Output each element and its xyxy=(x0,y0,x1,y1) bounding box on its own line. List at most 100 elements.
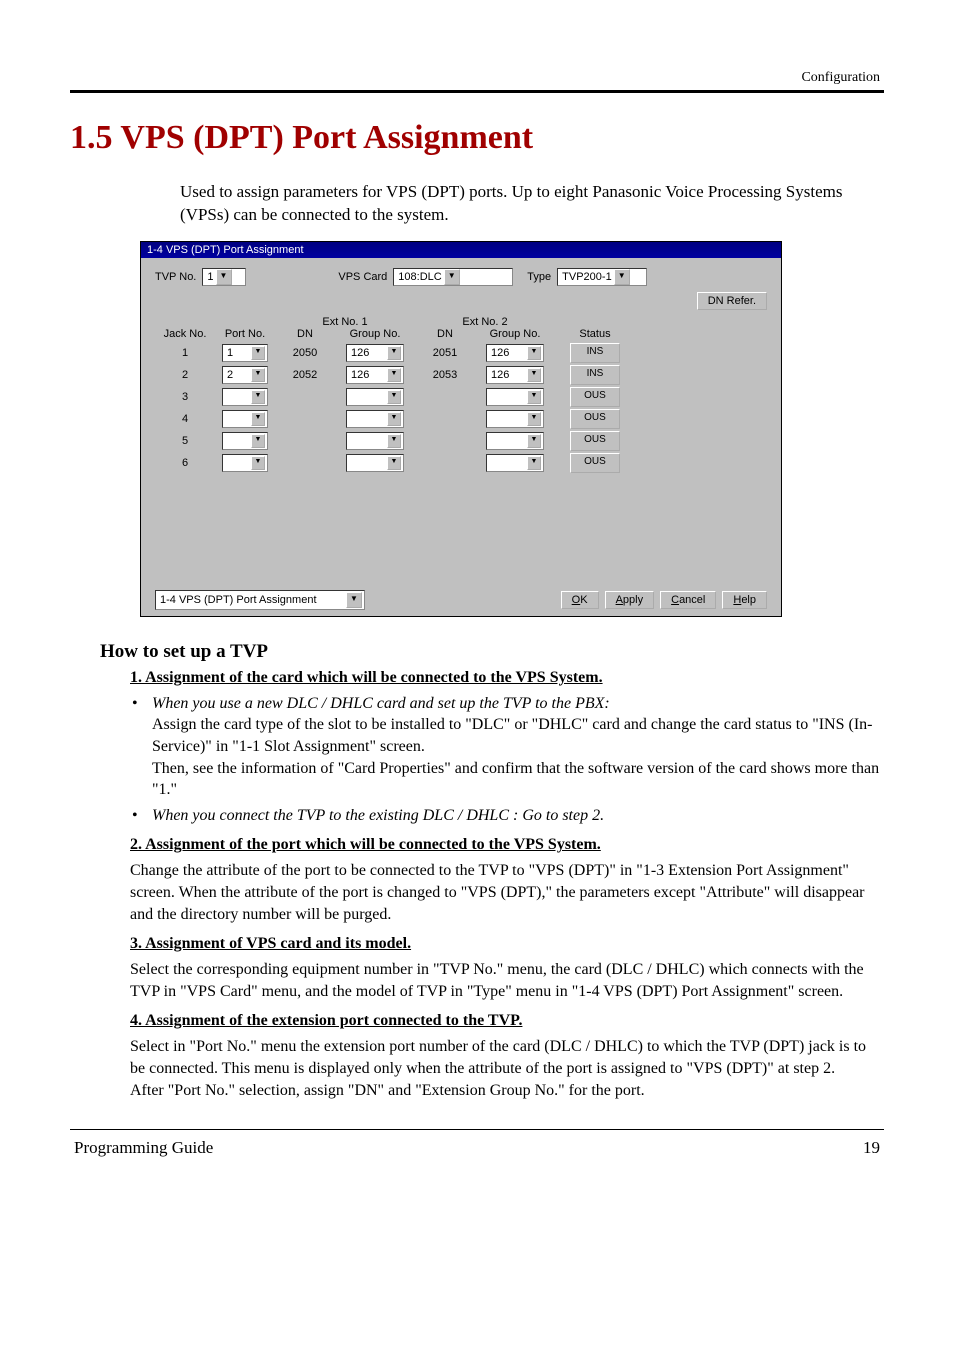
chevron-down-icon: ▼ xyxy=(251,368,265,382)
screen-selector-value: 1-4 VPS (DPT) Port Assignment xyxy=(160,594,317,606)
dn1-value: 2052 xyxy=(275,369,335,381)
divider xyxy=(70,90,884,93)
port-no-combo[interactable]: ▼ xyxy=(222,432,268,450)
col-port: Port No. xyxy=(215,328,275,340)
jack-no: 4 xyxy=(155,413,215,425)
embedded-dialog-screenshot: 1-4 VPS (DPT) Port Assignment TVP No. 1 … xyxy=(140,241,884,617)
how-to-heading: How to set up a TVP xyxy=(100,641,884,663)
chevron-down-icon: ▼ xyxy=(387,412,401,426)
port-no-combo[interactable]: ▼ xyxy=(222,410,268,428)
ok-button[interactable]: OOKK xyxy=(561,591,599,609)
chevron-down-icon: ▼ xyxy=(387,390,401,404)
jack-no: 1 xyxy=(155,347,215,359)
jack-no: 3 xyxy=(155,391,215,403)
step1-bullet1: When you use a new DLC / DHLC card and s… xyxy=(152,693,884,801)
apply-button[interactable]: Apply xyxy=(605,591,655,609)
dn-refer-button[interactable]: DN Refer. xyxy=(697,292,767,310)
chevron-down-icon: ▼ xyxy=(346,592,362,608)
table-row: 3 ▼ ▼ ▼ OUS xyxy=(155,386,767,408)
group1-combo[interactable]: ▼ xyxy=(346,454,404,472)
table-row: 6 ▼ ▼ ▼ OUS xyxy=(155,452,767,474)
port-no-combo[interactable]: ▼ xyxy=(222,388,268,406)
status-button[interactable]: OUS xyxy=(570,387,620,407)
header-section-label: Configuration xyxy=(70,70,884,86)
table-row: 4 ▼ ▼ ▼ OUS xyxy=(155,408,767,430)
col-grp2: Group No. xyxy=(475,328,555,340)
table-row: 11▼2050126▼2051126▼INS xyxy=(155,342,767,364)
step4-text: Select in "Port No." menu the extension … xyxy=(130,1036,884,1101)
group2-combo[interactable]: ▼ xyxy=(486,388,544,406)
type-combo[interactable]: TVP200-1 ▼ xyxy=(557,268,647,286)
port-no-combo[interactable]: ▼ xyxy=(222,454,268,472)
status-button[interactable]: OUS xyxy=(570,431,620,451)
step3-text: Select the corresponding equipment numbe… xyxy=(130,959,884,1002)
vps-card-combo[interactable]: 108:DLC ▼ xyxy=(393,268,513,286)
group1-combo[interactable]: ▼ xyxy=(346,432,404,450)
col-ext1: Ext No. 1 xyxy=(275,316,415,328)
step3-heading: 3. Assignment of VPS card and its model. xyxy=(130,935,884,953)
page-title: 1.5 VPS (DPT) Port Assignment xyxy=(70,119,884,157)
group1-combo[interactable]: 126▼ xyxy=(346,366,404,384)
status-button[interactable]: INS xyxy=(570,365,620,385)
screen-selector-combo[interactable]: 1-4 VPS (DPT) Port Assignment ▼ xyxy=(155,590,365,610)
footer-left: Programming Guide xyxy=(74,1138,213,1158)
chevron-down-icon: ▼ xyxy=(387,346,401,360)
step4-heading: 4. Assignment of the extension port conn… xyxy=(130,1012,884,1030)
jack-no: 6 xyxy=(155,457,215,469)
chevron-down-icon: ▼ xyxy=(527,390,541,404)
chevron-down-icon: ▼ xyxy=(527,368,541,382)
chevron-down-icon: ▼ xyxy=(251,456,265,470)
step2-text: Change the attribute of the port to be c… xyxy=(130,860,884,925)
type-label: Type xyxy=(527,271,551,283)
jack-no: 5 xyxy=(155,435,215,447)
type-value: TVP200-1 xyxy=(562,271,612,283)
group2-combo[interactable]: ▼ xyxy=(486,410,544,428)
chevron-down-icon: ▼ xyxy=(216,269,232,285)
table-row: 5 ▼ ▼ ▼ OUS xyxy=(155,430,767,452)
intro-text: Used to assign parameters for VPS (DPT) … xyxy=(180,181,884,227)
vps-card-value: 108:DLC xyxy=(398,271,441,283)
col-dn2: DN xyxy=(415,328,475,340)
tvp-no-label: TVP No. xyxy=(155,271,196,283)
dn2-value: 2051 xyxy=(415,347,475,359)
port-no-combo[interactable]: 1▼ xyxy=(222,344,268,362)
chevron-down-icon: ▼ xyxy=(387,368,401,382)
chevron-down-icon: ▼ xyxy=(527,412,541,426)
group1-combo[interactable]: ▼ xyxy=(346,388,404,406)
chevron-down-icon: ▼ xyxy=(614,269,630,285)
port-no-combo[interactable]: 2▼ xyxy=(222,366,268,384)
tvp-no-combo[interactable]: 1 ▼ xyxy=(202,268,246,286)
dialog-titlebar: 1-4 VPS (DPT) Port Assignment xyxy=(141,242,781,258)
group2-combo[interactable]: ▼ xyxy=(486,432,544,450)
chevron-down-icon: ▼ xyxy=(251,434,265,448)
chevron-down-icon: ▼ xyxy=(527,456,541,470)
chevron-down-icon: ▼ xyxy=(387,456,401,470)
group2-combo[interactable]: 126▼ xyxy=(486,344,544,362)
chevron-down-icon: ▼ xyxy=(251,390,265,404)
group2-combo[interactable]: ▼ xyxy=(486,454,544,472)
chevron-down-icon: ▼ xyxy=(527,346,541,360)
cancel-button[interactable]: Cancel xyxy=(660,591,716,609)
status-button[interactable]: OUS xyxy=(570,453,620,473)
help-button[interactable]: Help xyxy=(722,591,767,609)
step1-bullet2: When you connect the TVP to the existing… xyxy=(152,805,884,827)
tvp-no-value: 1 xyxy=(207,271,213,283)
col-grp1: Group No. xyxy=(335,328,415,340)
footer-page: 19 xyxy=(863,1138,880,1158)
chevron-down-icon: ▼ xyxy=(251,412,265,426)
dn2-value: 2053 xyxy=(415,369,475,381)
group1-combo[interactable]: ▼ xyxy=(346,410,404,428)
step2-heading: 2. Assignment of the port which will be … xyxy=(130,836,884,854)
vps-card-label: VPS Card xyxy=(338,271,387,283)
status-button[interactable]: OUS xyxy=(570,409,620,429)
group1-combo[interactable]: 126▼ xyxy=(346,344,404,362)
jack-no: 2 xyxy=(155,369,215,381)
col-ext2: Ext No. 2 xyxy=(415,316,555,328)
chevron-down-icon: ▼ xyxy=(387,434,401,448)
chevron-down-icon: ▼ xyxy=(251,346,265,360)
status-button[interactable]: INS xyxy=(570,343,620,363)
col-dn1: DN xyxy=(275,328,335,340)
table-row: 2 2▼ 2052 126▼ 2053 126▼ INS xyxy=(155,364,767,386)
step1-heading: 1. Assignment of the card which will be … xyxy=(130,669,884,687)
group2-combo[interactable]: 126▼ xyxy=(486,366,544,384)
